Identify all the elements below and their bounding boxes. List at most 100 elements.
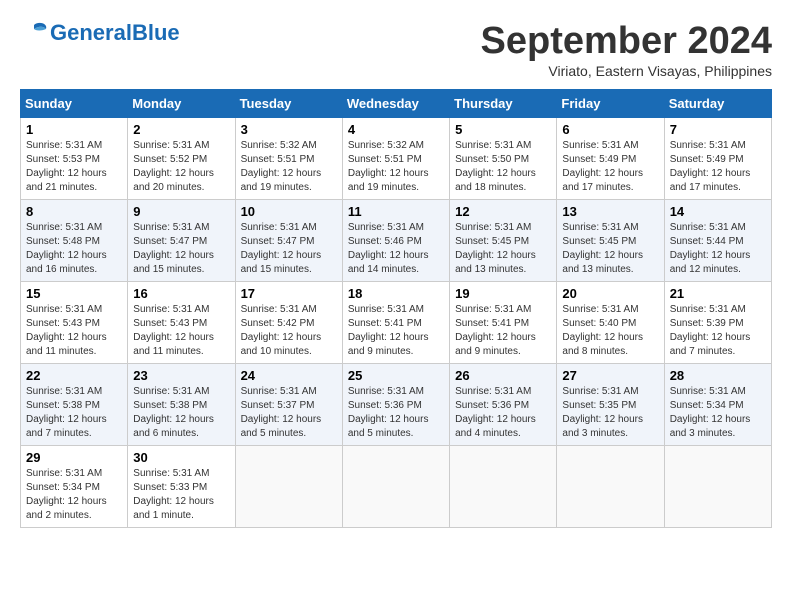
day-number: 6 [562, 122, 658, 137]
day-number: 14 [670, 204, 766, 219]
day-info: Sunrise: 5:31 AM Sunset: 5:43 PM Dayligh… [26, 303, 122, 359]
calendar-day-cell: 24 Sunrise: 5:31 AM Sunset: 5:37 PM Dayl… [235, 364, 342, 446]
day-info: Sunrise: 5:31 AM Sunset: 5:50 PM Dayligh… [455, 139, 551, 195]
page-header: GeneralBlue September 2024 Viriato, East… [20, 20, 772, 79]
day-info: Sunrise: 5:31 AM Sunset: 5:40 PM Dayligh… [562, 303, 658, 359]
day-number: 29 [26, 450, 122, 465]
weekday-header: Monday [128, 90, 235, 118]
calendar-day-cell: 22 Sunrise: 5:31 AM Sunset: 5:38 PM Dayl… [21, 364, 128, 446]
day-info: Sunrise: 5:32 AM Sunset: 5:51 PM Dayligh… [348, 139, 444, 195]
calendar-day-cell: 11 Sunrise: 5:31 AM Sunset: 5:46 PM Dayl… [342, 200, 449, 282]
logo-icon [20, 21, 48, 45]
day-number: 22 [26, 368, 122, 383]
calendar-day-cell [664, 446, 771, 528]
calendar-day-cell: 9 Sunrise: 5:31 AM Sunset: 5:47 PM Dayli… [128, 200, 235, 282]
calendar-day-cell: 14 Sunrise: 5:31 AM Sunset: 5:44 PM Dayl… [664, 200, 771, 282]
calendar-day-cell: 23 Sunrise: 5:31 AM Sunset: 5:38 PM Dayl… [128, 364, 235, 446]
day-info: Sunrise: 5:31 AM Sunset: 5:48 PM Dayligh… [26, 221, 122, 277]
day-number: 19 [455, 286, 551, 301]
day-number: 26 [455, 368, 551, 383]
day-info: Sunrise: 5:31 AM Sunset: 5:44 PM Dayligh… [670, 221, 766, 277]
day-info: Sunrise: 5:31 AM Sunset: 5:37 PM Dayligh… [241, 385, 337, 441]
calendar-day-cell [235, 446, 342, 528]
day-number: 4 [348, 122, 444, 137]
day-number: 21 [670, 286, 766, 301]
day-number: 27 [562, 368, 658, 383]
day-info: Sunrise: 5:31 AM Sunset: 5:53 PM Dayligh… [26, 139, 122, 195]
logo: GeneralBlue [20, 20, 180, 46]
day-number: 12 [455, 204, 551, 219]
weekday-header: Saturday [664, 90, 771, 118]
day-number: 18 [348, 286, 444, 301]
day-number: 23 [133, 368, 229, 383]
calendar-day-cell: 29 Sunrise: 5:31 AM Sunset: 5:34 PM Dayl… [21, 446, 128, 528]
weekday-header: Wednesday [342, 90, 449, 118]
calendar-day-cell: 1 Sunrise: 5:31 AM Sunset: 5:53 PM Dayli… [21, 118, 128, 200]
calendar-day-cell: 19 Sunrise: 5:31 AM Sunset: 5:41 PM Dayl… [450, 282, 557, 364]
day-info: Sunrise: 5:31 AM Sunset: 5:39 PM Dayligh… [670, 303, 766, 359]
day-number: 24 [241, 368, 337, 383]
day-number: 7 [670, 122, 766, 137]
weekday-header: Thursday [450, 90, 557, 118]
weekday-header-row: SundayMondayTuesdayWednesdayThursdayFrid… [21, 90, 772, 118]
calendar-day-cell: 5 Sunrise: 5:31 AM Sunset: 5:50 PM Dayli… [450, 118, 557, 200]
calendar-day-cell: 16 Sunrise: 5:31 AM Sunset: 5:43 PM Dayl… [128, 282, 235, 364]
calendar-day-cell: 6 Sunrise: 5:31 AM Sunset: 5:49 PM Dayli… [557, 118, 664, 200]
day-number: 8 [26, 204, 122, 219]
calendar-day-cell: 18 Sunrise: 5:31 AM Sunset: 5:41 PM Dayl… [342, 282, 449, 364]
calendar-week-row: 29 Sunrise: 5:31 AM Sunset: 5:34 PM Dayl… [21, 446, 772, 528]
day-number: 25 [348, 368, 444, 383]
day-number: 10 [241, 204, 337, 219]
day-info: Sunrise: 5:31 AM Sunset: 5:41 PM Dayligh… [455, 303, 551, 359]
calendar-day-cell: 13 Sunrise: 5:31 AM Sunset: 5:45 PM Dayl… [557, 200, 664, 282]
calendar-day-cell: 2 Sunrise: 5:31 AM Sunset: 5:52 PM Dayli… [128, 118, 235, 200]
weekday-header: Sunday [21, 90, 128, 118]
day-number: 1 [26, 122, 122, 137]
calendar-day-cell: 25 Sunrise: 5:31 AM Sunset: 5:36 PM Dayl… [342, 364, 449, 446]
calendar-week-row: 22 Sunrise: 5:31 AM Sunset: 5:38 PM Dayl… [21, 364, 772, 446]
day-info: Sunrise: 5:31 AM Sunset: 5:36 PM Dayligh… [455, 385, 551, 441]
day-info: Sunrise: 5:31 AM Sunset: 5:42 PM Dayligh… [241, 303, 337, 359]
day-info: Sunrise: 5:31 AM Sunset: 5:49 PM Dayligh… [562, 139, 658, 195]
calendar-day-cell: 8 Sunrise: 5:31 AM Sunset: 5:48 PM Dayli… [21, 200, 128, 282]
calendar-day-cell: 17 Sunrise: 5:31 AM Sunset: 5:42 PM Dayl… [235, 282, 342, 364]
calendar-week-row: 8 Sunrise: 5:31 AM Sunset: 5:48 PM Dayli… [21, 200, 772, 282]
day-number: 20 [562, 286, 658, 301]
day-number: 17 [241, 286, 337, 301]
calendar-day-cell: 27 Sunrise: 5:31 AM Sunset: 5:35 PM Dayl… [557, 364, 664, 446]
calendar-day-cell [450, 446, 557, 528]
calendar-day-cell: 7 Sunrise: 5:31 AM Sunset: 5:49 PM Dayli… [664, 118, 771, 200]
day-info: Sunrise: 5:31 AM Sunset: 5:47 PM Dayligh… [241, 221, 337, 277]
calendar-day-cell: 4 Sunrise: 5:32 AM Sunset: 5:51 PM Dayli… [342, 118, 449, 200]
day-info: Sunrise: 5:31 AM Sunset: 5:33 PM Dayligh… [133, 467, 229, 523]
calendar-day-cell: 15 Sunrise: 5:31 AM Sunset: 5:43 PM Dayl… [21, 282, 128, 364]
day-info: Sunrise: 5:31 AM Sunset: 5:38 PM Dayligh… [26, 385, 122, 441]
calendar-day-cell [557, 446, 664, 528]
calendar-day-cell: 21 Sunrise: 5:31 AM Sunset: 5:39 PM Dayl… [664, 282, 771, 364]
day-number: 9 [133, 204, 229, 219]
day-number: 16 [133, 286, 229, 301]
day-info: Sunrise: 5:31 AM Sunset: 5:46 PM Dayligh… [348, 221, 444, 277]
calendar-week-row: 15 Sunrise: 5:31 AM Sunset: 5:43 PM Dayl… [21, 282, 772, 364]
calendar-table: SundayMondayTuesdayWednesdayThursdayFrid… [20, 89, 772, 528]
day-info: Sunrise: 5:31 AM Sunset: 5:43 PM Dayligh… [133, 303, 229, 359]
day-info: Sunrise: 5:31 AM Sunset: 5:38 PM Dayligh… [133, 385, 229, 441]
calendar-day-cell [342, 446, 449, 528]
day-number: 28 [670, 368, 766, 383]
calendar-day-cell: 28 Sunrise: 5:31 AM Sunset: 5:34 PM Dayl… [664, 364, 771, 446]
weekday-header: Friday [557, 90, 664, 118]
month-title: September 2024 [481, 20, 773, 63]
day-number: 15 [26, 286, 122, 301]
title-block: September 2024 Viriato, Eastern Visayas,… [481, 20, 773, 79]
calendar-day-cell: 20 Sunrise: 5:31 AM Sunset: 5:40 PM Dayl… [557, 282, 664, 364]
weekday-header: Tuesday [235, 90, 342, 118]
calendar-day-cell: 3 Sunrise: 5:32 AM Sunset: 5:51 PM Dayli… [235, 118, 342, 200]
day-info: Sunrise: 5:31 AM Sunset: 5:49 PM Dayligh… [670, 139, 766, 195]
day-number: 13 [562, 204, 658, 219]
day-info: Sunrise: 5:32 AM Sunset: 5:51 PM Dayligh… [241, 139, 337, 195]
day-number: 30 [133, 450, 229, 465]
day-info: Sunrise: 5:31 AM Sunset: 5:41 PM Dayligh… [348, 303, 444, 359]
logo-text: GeneralBlue [50, 20, 180, 46]
day-info: Sunrise: 5:31 AM Sunset: 5:45 PM Dayligh… [562, 221, 658, 277]
day-number: 3 [241, 122, 337, 137]
